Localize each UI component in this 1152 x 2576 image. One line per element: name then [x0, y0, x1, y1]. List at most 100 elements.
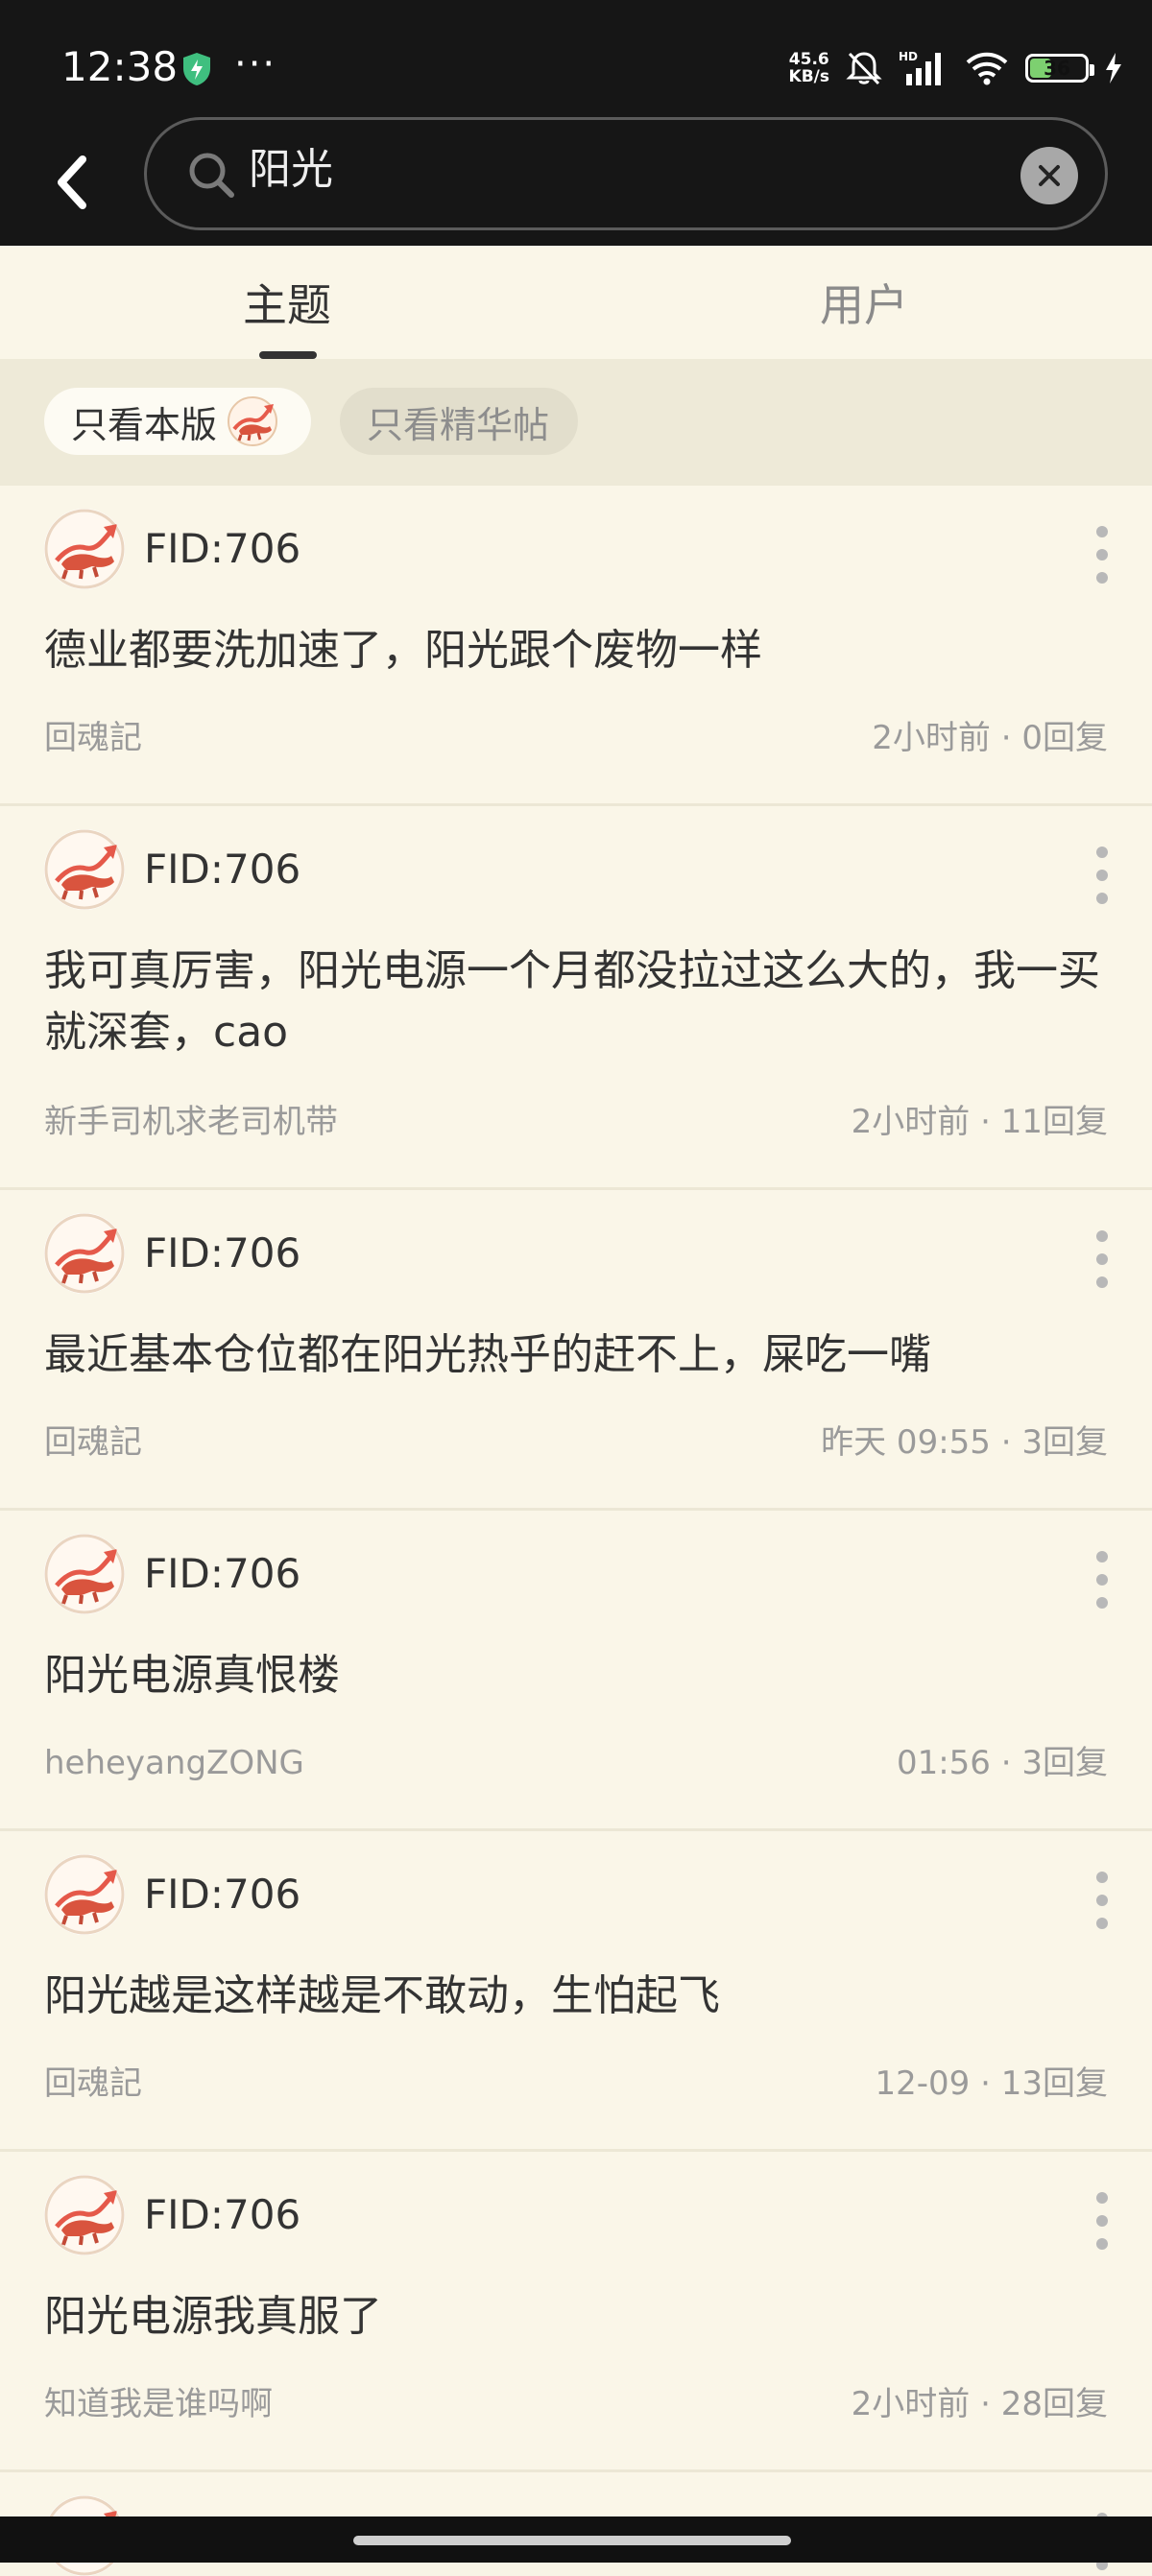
post-replies: 3回复 — [1021, 1744, 1108, 1782]
search-input[interactable]: 阳光 — [144, 117, 1108, 230]
svg-text:HD: HD — [899, 50, 918, 63]
meta-separator: · — [1000, 1744, 1022, 1782]
tab-topics-label: 主题 — [243, 279, 331, 331]
clear-search-button[interactable] — [1020, 147, 1078, 204]
avatar[interactable] — [44, 1854, 125, 1935]
meta-separator: · — [980, 1103, 1001, 1141]
post-board[interactable]: 新手司机求老司机带 — [44, 1100, 338, 1144]
bull-board-icon — [228, 396, 278, 446]
tab-bar: 主题 用户 — [0, 246, 1152, 359]
post-item[interactable]: FID:706 德业都要洗加速了，阳光跟个废物一样 回魂記 2小时前 · 0回复 — [0, 486, 1152, 806]
post-meta: 昨天 09:55 · 3回复 — [821, 1420, 1108, 1465]
post-board[interactable]: 回魂記 — [44, 1420, 142, 1465]
post-replies: 13回复 — [1000, 2064, 1108, 2103]
post-item[interactable]: FID:706 阳光电源真恨楼 heheyangZONG 01:56 · 3回复 — [0, 1511, 1152, 1831]
post-title[interactable]: 阳光电源我真服了 — [44, 2286, 1108, 2348]
bull-avatar-icon — [44, 1534, 125, 1614]
bull-avatar-icon — [44, 2175, 125, 2255]
post-board[interactable]: heheyangZONG — [44, 1741, 304, 1785]
avatar[interactable] — [44, 509, 125, 589]
post-time: 01:56 — [896, 1744, 991, 1782]
tab-topics[interactable]: 主题 — [0, 246, 576, 359]
post-meta: 2小时前 · 28回复 — [852, 2382, 1108, 2426]
post-time: 2小时前 — [872, 719, 991, 757]
post-meta: 2小时前 · 0回复 — [872, 716, 1108, 760]
post-item[interactable]: FID:706 我可真厉害，阳光电源一个月都没拉过这么大的，我一买就深套，cao… — [0, 806, 1152, 1190]
status-right-icons: 45.6 KB/s HD 36 — [789, 46, 1123, 90]
post-board[interactable]: 知道我是谁吗啊 — [44, 2382, 273, 2426]
more-options-icon[interactable] — [1092, 2192, 1112, 2250]
status-time: 12:38 — [61, 43, 179, 90]
post-time: 2小时前 — [851, 1103, 971, 1141]
post-replies: 3回复 — [1021, 1423, 1108, 1462]
status-more: ··· — [234, 42, 277, 86]
post-meta: 01:56 · 3回复 — [897, 1741, 1108, 1785]
post-meta: 12-09 · 13回复 — [876, 2062, 1109, 2106]
search-header: 阳光 — [0, 117, 1152, 246]
post-author[interactable]: FID:706 — [144, 1547, 300, 1601]
post-meta: 2小时前 · 11回复 — [852, 1100, 1108, 1144]
system-navigation-bar — [0, 2516, 1152, 2563]
post-time: 12-09 — [875, 2064, 971, 2103]
post-item[interactable]: FID:706 最近基本仓位都在阳光热乎的赶不上，屎吃一嘴 回魂記 昨天 09:… — [0, 1190, 1152, 1511]
post-replies: 11回复 — [1000, 1103, 1108, 1141]
post-time: 2小时前 — [851, 2385, 971, 2423]
post-title[interactable]: 德业都要洗加速了，阳光跟个废物一样 — [44, 620, 1108, 681]
post-title[interactable]: 最近基本仓位都在阳光热乎的赶不上，屎吃一嘴 — [44, 1324, 1108, 1386]
battery-text: 36 — [1044, 57, 1070, 80]
home-indicator[interactable] — [353, 2536, 791, 2545]
filter-bar: 只看本版 只看精华帖 — [0, 359, 1152, 486]
meta-separator: · — [1000, 719, 1022, 757]
essence-only-filter[interactable]: 只看精华帖 — [340, 388, 578, 455]
post-author[interactable]: FID:706 — [144, 2188, 300, 2242]
meta-separator: · — [980, 2385, 1001, 2423]
wifi-icon — [966, 52, 1008, 85]
avatar[interactable] — [44, 829, 125, 910]
post-board[interactable]: 回魂記 — [44, 716, 142, 760]
post-title[interactable]: 我可真厉害，阳光电源一个月都没拉过这么大的，我一买就深套，cao — [44, 941, 1108, 1063]
avatar[interactable] — [44, 2175, 125, 2255]
more-options-icon[interactable] — [1092, 1230, 1112, 1288]
post-item[interactable]: FID:706 阳光电源我真服了 知道我是谁吗啊 2小时前 · 28回复 — [0, 2152, 1152, 2472]
search-query: 阳光 — [249, 145, 333, 194]
meta-separator: · — [980, 2064, 1001, 2103]
chevron-left-icon — [58, 155, 86, 209]
network-speed-unit: KB/s — [788, 67, 829, 86]
post-time: 昨天 09:55 — [821, 1423, 991, 1462]
bull-avatar-icon — [44, 1213, 125, 1294]
post-title[interactable]: 阳光电源真恨楼 — [44, 1645, 1108, 1706]
more-options-icon[interactable] — [1092, 847, 1112, 904]
more-options-icon[interactable] — [1092, 1872, 1112, 1929]
post-item[interactable]: FID:706 阳光越是这样越是不敢动，生怕起飞 回魂記 12-09 · 13回… — [0, 1831, 1152, 2152]
post-replies: 28回复 — [1000, 2385, 1108, 2423]
board-only-filter[interactable]: 只看本版 — [44, 388, 311, 455]
search-icon — [189, 153, 234, 198]
tab-users[interactable]: 用户 — [576, 246, 1152, 359]
post-title[interactable]: 阳光越是这样越是不敢动，生怕起飞 — [44, 1966, 1108, 2027]
close-icon — [1039, 165, 1060, 186]
more-options-icon[interactable] — [1092, 526, 1112, 584]
meta-separator: · — [1000, 1423, 1022, 1462]
post-author[interactable]: FID:706 — [144, 1868, 300, 1921]
battery-cap — [1090, 64, 1094, 76]
post-author[interactable]: FID:706 — [144, 843, 300, 896]
back-button[interactable] — [38, 134, 106, 230]
post-board[interactable]: 回魂記 — [44, 2062, 142, 2106]
post-replies: 0回复 — [1021, 719, 1108, 757]
tab-users-label: 用户 — [820, 279, 908, 331]
network-speed: 45.6 KB/s — [789, 51, 829, 85]
charging-icon — [1106, 53, 1121, 83]
status-bar: 12:38 ··· 45.6 KB/s HD 36 — [0, 0, 1152, 134]
avatar[interactable] — [44, 1213, 125, 1294]
bull-avatar-icon — [44, 829, 125, 910]
board-only-label: 只看本版 — [71, 403, 218, 446]
post-author[interactable]: FID:706 — [144, 1227, 300, 1280]
shield-icon — [183, 53, 210, 85]
more-options-icon[interactable] — [1092, 1551, 1112, 1609]
post-author[interactable]: FID:706 — [144, 522, 300, 576]
avatar[interactable] — [44, 1534, 125, 1614]
tab-active-indicator — [259, 351, 317, 359]
essence-only-label: 只看精华帖 — [367, 403, 550, 446]
bell-off-icon — [846, 52, 882, 85]
network-speed-value: 45.6 — [788, 50, 829, 69]
